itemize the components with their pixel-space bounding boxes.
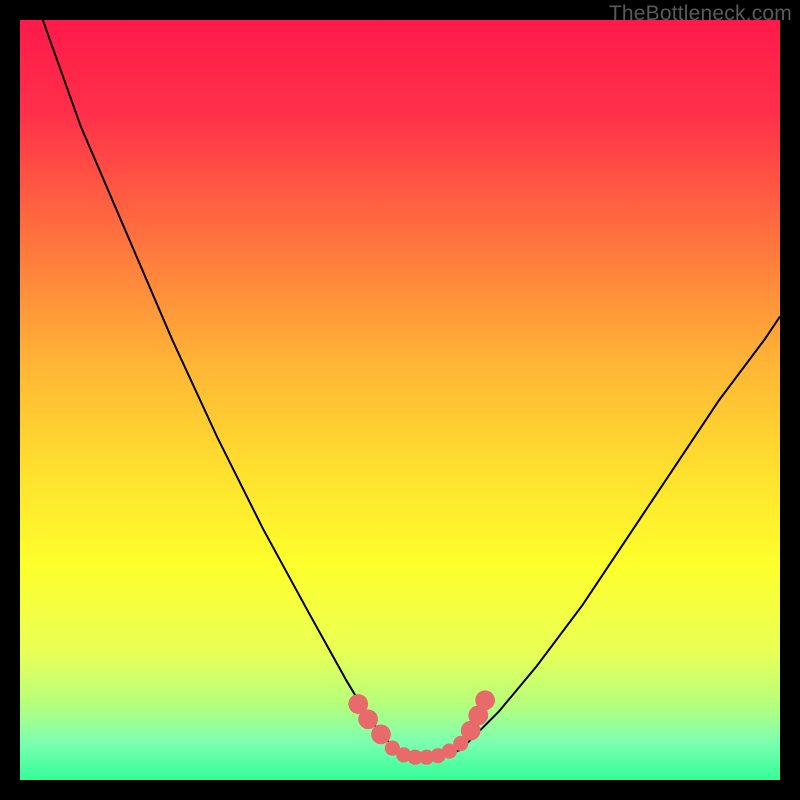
bottleneck-curve	[43, 20, 780, 757]
valley-marker	[371, 725, 391, 745]
valley-marker	[358, 709, 378, 729]
valley-marker	[475, 690, 495, 710]
chart-container: TheBottleneck.com	[0, 0, 800, 800]
curve-layer	[20, 20, 780, 780]
plot-area	[20, 20, 780, 780]
valley-markers	[348, 690, 495, 764]
